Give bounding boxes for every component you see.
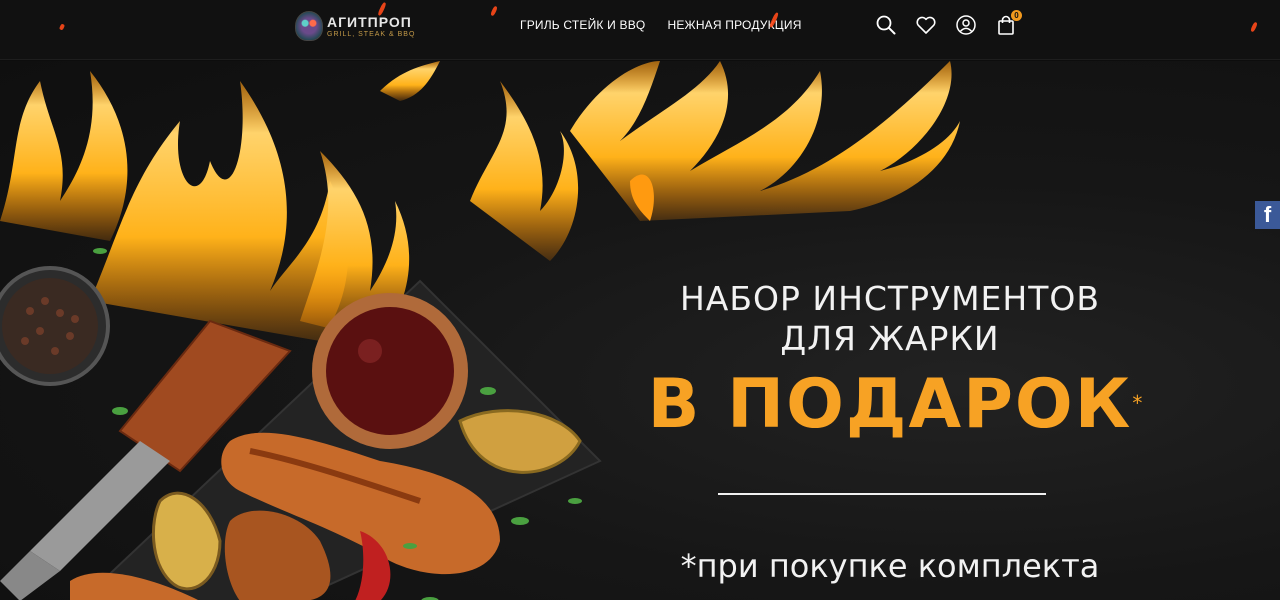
skull-logo-icon [295, 11, 323, 41]
header-icons: 0 [875, 10, 1022, 36]
promo-accent-text: В ПОДАРОК [647, 365, 1133, 444]
logo[interactable]: АГИТПРОП GRILL, STEAK & BBQ [295, 9, 415, 43]
cart-count-badge: 0 [1011, 10, 1022, 21]
logo-subtitle: GRILL, STEAK & BBQ [327, 30, 416, 38]
user-icon[interactable] [955, 14, 977, 36]
grilled-chicken-image [0, 248, 602, 600]
nav-item-grill-steak-bbq[interactable]: ГРИЛЬ СТЕЙК И BBQ [520, 18, 645, 32]
logo-title: АГИТПРОП [327, 13, 412, 30]
promo-title-line-1: НАБОР ИНСТРУМЕНТОВ [679, 279, 1100, 318]
search-icon[interactable] [875, 14, 897, 36]
promo-title-line-2: ДЛЯ ЖАРКИ [780, 319, 1000, 358]
facebook-share-icon[interactable]: f [1255, 201, 1280, 229]
heart-icon[interactable] [915, 14, 937, 36]
facebook-letter: f [1263, 202, 1272, 227]
shopping-bag-icon[interactable]: 0 [995, 10, 1022, 36]
nav-item-tender-products[interactable]: НЕЖНАЯ ПРОДУКЦИЯ [667, 18, 801, 32]
logo-text: АГИТПРОП GRILL, STEAK & BBQ [327, 15, 415, 38]
promo-block: НАБОР ИНСТРУМЕНТОВ ДЛЯ ЖАРКИ В ПОДАРОК *… [640, 279, 1143, 585]
promo-divider [718, 493, 1046, 495]
promo-accent: В ПОДАРОК * [647, 365, 1143, 445]
site-header: АГИТПРОП GRILL, STEAK & BBQ ГРИЛЬ СТЕЙК … [0, 0, 1280, 60]
main-nav: ГРИЛЬ СТЕЙК И BBQ НЕЖНАЯ ПРОДУКЦИЯ [520, 18, 802, 32]
hero-banner[interactable]: НАБОР ИНСТРУМЕНТОВ ДЛЯ ЖАРКИ В ПОДАРОК *… [0, 61, 1280, 600]
promo-footnote: *при покупке комплекта [680, 547, 1100, 585]
promo-asterisk: * [1132, 391, 1145, 415]
